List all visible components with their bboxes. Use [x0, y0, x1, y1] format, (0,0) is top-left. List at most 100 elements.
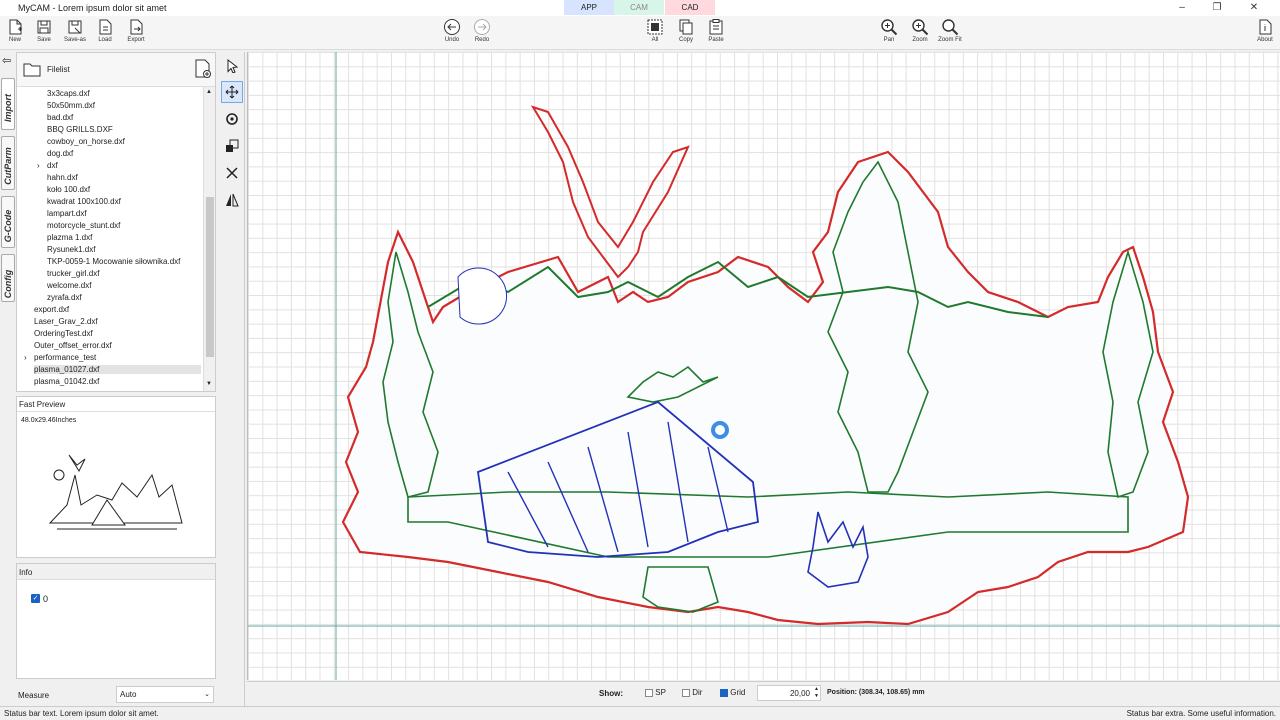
filelist-item[interactable]: plasma_01042.dxf	[34, 377, 99, 386]
filelist-item-label: dxf	[47, 161, 58, 170]
undo-button[interactable]: Undo	[437, 18, 467, 43]
view-options-bar: Show: SP Dir Grid 20,00 ▲ ▼ Position: (30…	[247, 681, 1280, 705]
new-button[interactable]: New	[0, 18, 30, 43]
paste-button[interactable]: Paste	[701, 18, 731, 43]
filelist-item-label: export.dxf	[34, 305, 70, 314]
expand-chevron-icon[interactable]: ›	[24, 353, 27, 362]
about-button[interactable]: About	[1250, 18, 1280, 43]
filelist-item[interactable]: TKP-0059-1 Mocowanie siłownika.dxf	[47, 257, 180, 266]
copy-label: Copy	[678, 37, 693, 43]
export-label: Export	[127, 37, 145, 43]
filelist-item[interactable]: Laser_Grav_2.dxf	[34, 317, 98, 326]
undo-label: Undo	[444, 37, 460, 43]
move-icon[interactable]	[221, 81, 243, 103]
copy-button[interactable]: Copy	[671, 18, 701, 43]
about-icon	[1259, 19, 1272, 35]
layer-checkbox[interactable]: ✓	[31, 594, 40, 603]
rotate-icon[interactable]	[221, 108, 243, 130]
filelist-item[interactable]: hahn.dxf	[47, 173, 78, 182]
dir-toggle[interactable]: Dir	[682, 688, 702, 697]
tab-cutparm[interactable]: CutParm	[1, 136, 15, 190]
filelist-item-label: performance_test	[34, 353, 97, 362]
filelist-item[interactable]: trucker_girl.dxf	[47, 269, 99, 278]
filelist-item-label: Outer_offset_error.dxf	[34, 341, 112, 350]
measure-select[interactable]: Auto ⌄	[116, 686, 214, 703]
scroll-thumb[interactable]	[206, 197, 214, 357]
filelist-folder[interactable]: › dxf	[37, 161, 58, 170]
side-tabs: ⇦ Import CutParm G-Code Config	[0, 52, 16, 706]
filelist-item[interactable]: Rysunek1.dxf	[47, 245, 95, 254]
scale-icon[interactable]	[221, 135, 243, 157]
status-text: Status bar text. Lorem ipsum dolor sit a…	[4, 709, 159, 718]
save-as-label: Save-as	[63, 37, 86, 43]
filelist-item[interactable]: 3x3caps.dxf	[47, 89, 90, 98]
preview-thumbnail	[48, 454, 183, 530]
new-label: New	[8, 37, 21, 43]
grid-toggle[interactable]: Grid	[720, 688, 745, 697]
expand-chevron-icon[interactable]: ›	[37, 161, 40, 170]
redo-button[interactable]: Redo	[467, 18, 497, 43]
save-button[interactable]: Save	[29, 18, 59, 43]
minimize-button[interactable]: –	[1172, 1, 1192, 15]
filelist-item[interactable]: cowboy_on_horse.dxf	[47, 137, 125, 146]
filelist-scrollbar[interactable]: ▲ ▼	[203, 87, 215, 391]
grid-size-input[interactable]: 20,00 ▲ ▼	[757, 685, 821, 701]
tab-import[interactable]: Import	[1, 78, 15, 130]
filelist-item-label: trucker_girl.dxf	[47, 269, 100, 278]
save-icon	[37, 20, 51, 34]
filelist-item-label: hahn.dxf	[47, 173, 78, 182]
mode-tab-cad[interactable]: CAD	[665, 0, 715, 15]
filelist-item[interactable]: Outer_offset_error.dxf	[34, 341, 112, 350]
filelist-item[interactable]: plazma 1.dxf	[47, 233, 92, 242]
filelist-item-label: kwadrat 100x100.dxf	[47, 197, 121, 206]
folder-icon[interactable]	[23, 61, 41, 77]
tab-gcode[interactable]: G-Code	[1, 196, 15, 248]
maximize-button[interactable]: ❐	[1207, 1, 1227, 15]
close-button[interactable]: ✕	[1244, 1, 1264, 15]
filelist-item[interactable]: kwadrat 100x100.dxf	[47, 197, 121, 206]
filelist-item[interactable]: zyrafa.dxf	[47, 293, 82, 302]
grid-checkbox[interactable]	[720, 688, 728, 697]
save-as-button[interactable]: Save-as	[60, 18, 90, 43]
filelist-item[interactable]: koło 100.dxf	[47, 185, 90, 194]
filelist-item[interactable]: lampart.dxf	[47, 209, 87, 218]
zoom-button[interactable]: Zoom	[905, 18, 935, 43]
filelist-item[interactable]: OrderingTest.dxf	[34, 329, 93, 338]
spin-arrows-icon[interactable]: ▲ ▼	[814, 686, 819, 700]
filelist-item[interactable]: BBQ GRILLS.DXF	[47, 125, 113, 134]
scroll-up-icon[interactable]: ▲	[206, 89, 212, 95]
zoom-fit-button[interactable]: Zoom Fit	[935, 18, 965, 43]
delete-icon[interactable]	[221, 162, 243, 184]
dir-checkbox[interactable]	[682, 688, 690, 697]
select-arrow-icon[interactable]	[221, 55, 243, 77]
mode-tab-app[interactable]: APP	[564, 0, 614, 15]
redo-icon	[474, 19, 490, 35]
filelist-item[interactable]: welcome.dxf	[47, 281, 91, 290]
filelist-item[interactable]: dog.dxf	[47, 149, 73, 158]
filelist-item[interactable]: 50x50mm.dxf	[47, 101, 95, 110]
filelist-item-label: BBQ GRILLS.DXF	[47, 125, 113, 134]
add-file-icon[interactable]	[194, 59, 212, 79]
sp-toggle[interactable]: SP	[645, 688, 666, 697]
export-button[interactable]: Export	[121, 18, 151, 43]
back-arrow-icon[interactable]: ⇦	[2, 54, 11, 67]
mirror-icon[interactable]	[221, 189, 243, 211]
dir-label: Dir	[692, 688, 703, 697]
scroll-down-icon[interactable]: ▼	[206, 381, 212, 387]
drawing-canvas[interactable]	[247, 52, 1280, 680]
filelist-item[interactable]: bad.dxf	[47, 113, 73, 122]
window-title: MyCAM - Lorem ipsum dolor sit amet	[18, 3, 167, 13]
mode-tab-cam[interactable]: CAM	[614, 0, 664, 15]
filelist-item[interactable]: plasma_01027.dxf	[34, 365, 201, 374]
pan-button[interactable]: Pan	[874, 18, 904, 43]
select-all-button[interactable]: All	[640, 18, 670, 43]
part-outer-contour[interactable]	[341, 105, 1190, 626]
filelist-item[interactable]: export.dxf	[34, 305, 69, 314]
load-button[interactable]: Load	[90, 18, 120, 43]
undo-icon	[444, 19, 460, 35]
filelist-item[interactable]: motorcycle_stunt.dxf	[47, 221, 120, 230]
sp-checkbox[interactable]	[645, 688, 653, 697]
tab-config[interactable]: Config	[1, 254, 15, 302]
preview-divider	[17, 411, 215, 412]
filelist-folder[interactable]: › performance_test	[24, 353, 97, 362]
